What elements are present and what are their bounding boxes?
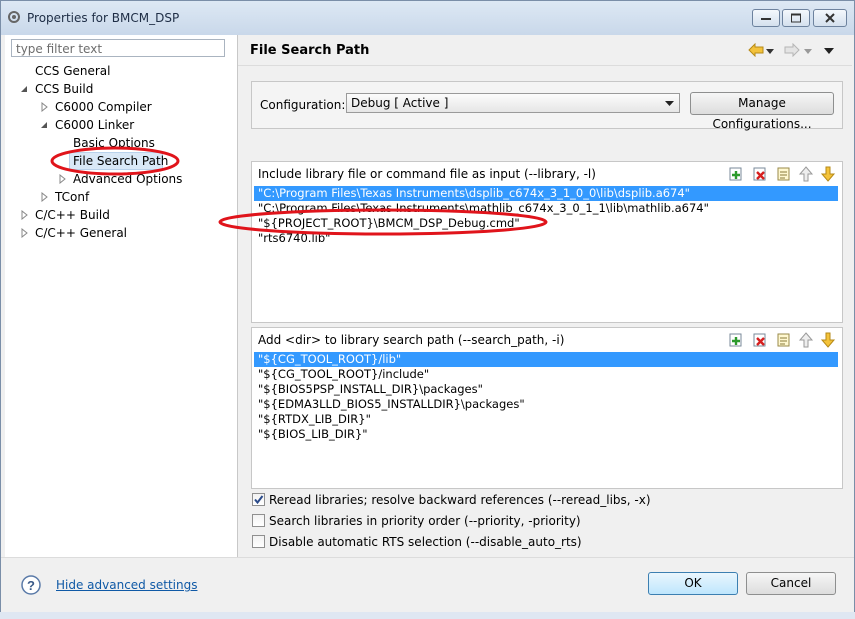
navigation-panel: type filter text CCS General CCS Build C… xyxy=(5,35,238,557)
move-down-icon[interactable] xyxy=(820,166,836,182)
search-path-item[interactable]: "${RTDX_LIB_DIR}" xyxy=(254,412,838,427)
back-arrow-icon[interactable] xyxy=(748,43,764,57)
edit-icon[interactable] xyxy=(776,332,792,348)
chevron-down-icon xyxy=(665,101,674,106)
checkmark-icon xyxy=(254,495,264,505)
dialog-footer: ? Hide advanced settings OK Cancel xyxy=(1,557,854,613)
close-icon xyxy=(825,13,835,23)
collapsed-triangle-icon[interactable] xyxy=(57,174,67,184)
configuration-select[interactable]: Debug [ Active ] xyxy=(346,93,680,113)
include-list-item[interactable]: "rts6740.lib" xyxy=(254,231,838,246)
tree-item-file-search-path[interactable]: File Search Path xyxy=(69,152,168,170)
include-list-item[interactable]: "${PROJECT_ROOT}\BMCM_DSP_Debug.cmd" xyxy=(254,216,838,231)
collapsed-triangle-icon[interactable] xyxy=(19,228,29,238)
include-library-panel: Include library file or command file as … xyxy=(251,161,843,323)
include-list-item[interactable]: "C:\Program Files\Texas Instruments\math… xyxy=(254,201,838,216)
reread-libraries-checkbox[interactable] xyxy=(252,493,265,506)
add-icon[interactable] xyxy=(728,332,744,348)
search-path-panel: Add <dir> to library search path (--sear… xyxy=(251,327,843,489)
view-menu-icon[interactable] xyxy=(824,48,834,54)
background-strip xyxy=(0,612,855,619)
edit-icon[interactable] xyxy=(776,166,792,182)
chevron-down-icon[interactable] xyxy=(766,49,774,54)
priority-order-checkbox[interactable] xyxy=(252,514,265,527)
include-library-title: Include library file or command file as … xyxy=(258,167,596,181)
minimize-icon xyxy=(761,18,771,20)
collapsed-triangle-icon[interactable] xyxy=(19,210,29,220)
page-title: File Search Path xyxy=(250,43,370,58)
delete-icon[interactable] xyxy=(752,166,768,182)
include-list-item[interactable]: "C:\Program Files\Texas Instruments\dspl… xyxy=(254,186,838,201)
move-down-icon[interactable] xyxy=(820,332,836,348)
collapsed-triangle-icon[interactable] xyxy=(39,102,49,112)
page-header: File Search Path xyxy=(238,35,852,66)
title-bar: Properties for BMCM_DSP xyxy=(1,1,854,35)
configuration-group: Configuration: Debug [ Active ] Manage C… xyxy=(251,81,843,131)
expanded-triangle-icon[interactable] xyxy=(19,84,29,94)
cancel-button[interactable]: Cancel xyxy=(746,572,836,595)
chevron-down-icon[interactable] xyxy=(804,49,812,54)
svg-text:?: ? xyxy=(27,578,35,593)
expanded-triangle-icon[interactable] xyxy=(39,120,49,130)
eclipse-gear-icon xyxy=(8,11,20,23)
move-up-icon[interactable] xyxy=(798,332,814,348)
move-up-icon[interactable] xyxy=(798,166,814,182)
help-icon[interactable]: ? xyxy=(21,575,41,595)
search-path-item[interactable]: "${EDMA3LLD_BIOS5_INSTALLDIR}\packages" xyxy=(254,397,838,412)
search-path-item[interactable]: "${CG_TOOL_ROOT}/include" xyxy=(254,367,838,382)
ok-button[interactable]: OK xyxy=(648,572,738,595)
add-icon[interactable] xyxy=(728,166,744,182)
disable-auto-rts-checkbox[interactable] xyxy=(252,535,265,548)
window-title: Properties for BMCM_DSP xyxy=(27,11,180,25)
search-path-item[interactable]: "${BIOS_LIB_DIR}" xyxy=(254,427,838,442)
close-window-button[interactable] xyxy=(813,9,847,27)
maximize-button[interactable] xyxy=(782,9,810,27)
maximize-icon xyxy=(791,13,801,23)
manage-configurations-button[interactable]: Manage Configurations... xyxy=(690,92,834,131)
collapsed-triangle-icon[interactable] xyxy=(39,192,49,202)
search-path-item[interactable]: "${CG_TOOL_ROOT}/lib" xyxy=(254,352,838,367)
content-panel: File Search Path Configuration: Debug [ … xyxy=(238,35,852,557)
search-path-title: Add <dir> to library search path (--sear… xyxy=(258,333,565,347)
search-path-item[interactable]: "${BIOS5PSP_INSTALL_DIR}\packages" xyxy=(254,382,838,397)
forward-arrow-icon[interactable] xyxy=(784,43,800,57)
minimize-button[interactable] xyxy=(752,9,780,27)
properties-dialog: Properties for BMCM_DSP type filter text… xyxy=(0,0,855,613)
delete-icon[interactable] xyxy=(752,332,768,348)
configuration-label: Configuration: xyxy=(260,98,346,112)
hide-advanced-settings-link[interactable]: Hide advanced settings xyxy=(56,578,197,592)
filter-input[interactable]: type filter text xyxy=(11,39,225,57)
